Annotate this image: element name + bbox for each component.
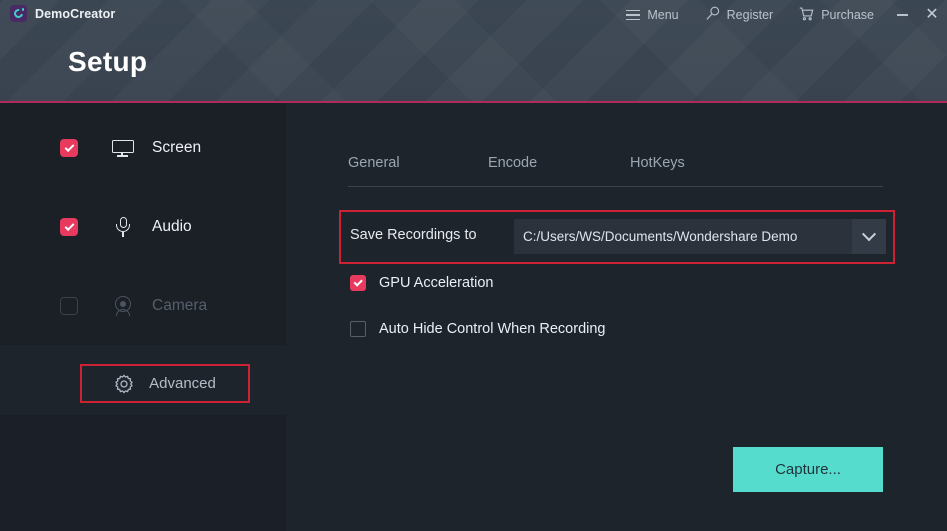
settings-content: General Encode HotKeys Save Recordings t… bbox=[286, 103, 947, 531]
auto-hide-control-checkbox[interactable] bbox=[350, 321, 366, 337]
camera-checkbox[interactable] bbox=[60, 297, 78, 315]
tabs-divider bbox=[348, 186, 883, 187]
capture-button[interactable]: Capture... bbox=[733, 447, 883, 492]
header-stripe bbox=[330, 0, 585, 103]
monitor-icon bbox=[110, 135, 136, 161]
menu-label: Menu bbox=[647, 9, 678, 22]
tab-general[interactable]: General bbox=[348, 155, 488, 171]
menu-button[interactable]: Menu bbox=[613, 0, 691, 30]
gpu-acceleration-checkbox[interactable] bbox=[350, 275, 366, 291]
save-recordings-highlight-annotation bbox=[339, 210, 895, 264]
sidebar-item-label: Audio bbox=[152, 218, 192, 236]
sidebar-lower-panel bbox=[0, 415, 286, 531]
option-label: GPU Acceleration bbox=[379, 275, 493, 291]
screen-checkbox[interactable] bbox=[60, 139, 78, 157]
header-stripe bbox=[120, 0, 379, 103]
key-icon bbox=[705, 6, 720, 24]
brand-name: DemoCreator bbox=[35, 7, 115, 21]
page-title: Setup bbox=[68, 46, 147, 78]
close-icon: ✕ bbox=[925, 7, 938, 23]
sidebar-item-screen[interactable]: Screen bbox=[0, 128, 286, 168]
hamburger-icon bbox=[626, 10, 640, 20]
source-sidebar: Screen Audio Camera bbox=[0, 103, 286, 345]
close-button[interactable]: ✕ bbox=[917, 0, 947, 30]
advanced-highlight-annotation bbox=[80, 364, 250, 403]
sidebar-item-label: Screen bbox=[152, 139, 201, 157]
purchase-label: Purchase bbox=[821, 9, 874, 22]
audio-checkbox[interactable] bbox=[60, 218, 78, 236]
minimize-icon bbox=[897, 14, 908, 16]
titlebar-actions: Menu Register Purchase bbox=[613, 0, 947, 30]
option-auto-hide-control[interactable]: Auto Hide Control When Recording bbox=[350, 321, 605, 337]
sidebar-item-audio[interactable]: Audio bbox=[0, 207, 286, 247]
settings-tabs: General Encode HotKeys bbox=[348, 155, 883, 171]
purchase-button[interactable]: Purchase bbox=[786, 0, 887, 30]
tab-encode[interactable]: Encode bbox=[488, 155, 630, 171]
tab-hotkeys[interactable]: HotKeys bbox=[630, 155, 770, 171]
democreator-logo-icon bbox=[10, 5, 27, 22]
cart-icon bbox=[799, 7, 814, 24]
webcam-icon bbox=[110, 293, 136, 319]
option-gpu-acceleration[interactable]: GPU Acceleration bbox=[350, 275, 493, 291]
register-button[interactable]: Register bbox=[692, 0, 787, 30]
sidebar-item-camera[interactable]: Camera bbox=[0, 286, 286, 326]
minimize-button[interactable] bbox=[887, 0, 917, 30]
sidebar-item-label: Camera bbox=[152, 297, 207, 315]
brand: DemoCreator bbox=[10, 5, 115, 22]
microphone-icon bbox=[110, 214, 136, 240]
window-header: DemoCreator Setup Menu Register bbox=[0, 0, 947, 103]
register-label: Register bbox=[727, 9, 774, 22]
option-label: Auto Hide Control When Recording bbox=[379, 321, 605, 337]
democreator-setup-window: DemoCreator Setup Menu Register bbox=[0, 0, 947, 531]
